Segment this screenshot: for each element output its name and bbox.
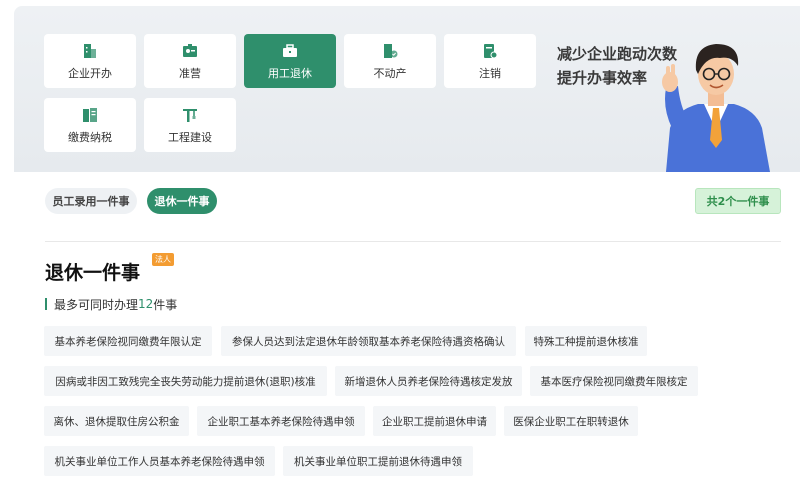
category-tile-deregistration[interactable]: 注销 (444, 34, 536, 88)
category-tile-tax-payment[interactable]: 缴费纳税 (44, 98, 136, 152)
accent-bar (45, 298, 47, 310)
subtitle-prefix: 最多可同时办理 (54, 297, 139, 312)
building-icon (84, 43, 96, 58)
tab-retirement[interactable]: 退休一件事 (147, 188, 217, 214)
service-item[interactable]: 企业职工基本养老保险待遇申领 (197, 406, 365, 436)
subtitle-suffix: 件事 (153, 297, 178, 312)
category-label: 注销 (479, 66, 501, 80)
category-tile-construction[interactable]: 工程建设 (144, 98, 236, 152)
service-item[interactable]: 基本医疗保险视同缴费年限核定 (530, 366, 698, 396)
count-badge[interactable]: 共2个一件事 (695, 188, 781, 214)
service-item[interactable]: 离休、退休提取住房公积金 (44, 406, 189, 436)
service-item[interactable]: 机关事业单位工作人员基本养老保险待遇申领 (44, 446, 275, 476)
service-item[interactable]: 企业职工提前退休申请 (373, 406, 496, 436)
property-check-icon (384, 43, 398, 58)
category-tile-employment-retirement[interactable]: 用工退休 (244, 34, 336, 88)
service-item[interactable]: 参保人员达到法定退休年龄领取基本养老保险待遇资格确认 (221, 326, 516, 356)
service-item[interactable]: 机关事业单位职工提前退休待遇申领 (283, 446, 473, 476)
service-item[interactable]: 医保企业职工在职转退休 (504, 406, 638, 436)
document-cancel-icon (484, 43, 498, 58)
crane-icon (183, 108, 197, 122)
category-label: 用工退休 (268, 66, 312, 80)
divider (45, 241, 781, 242)
tab-employee-hiring[interactable]: 员工录用一件事 (45, 188, 137, 214)
tax-fee-icon (83, 107, 97, 122)
license-card-icon (183, 43, 197, 57)
category-label: 工程建设 (168, 130, 212, 144)
category-tile-real-estate[interactable]: 不动产 (344, 34, 436, 88)
section-subtitle: 最多可同时办理 12 件事 (45, 297, 178, 312)
section-title: 退休一件事 (45, 262, 141, 284)
category-label: 不动产 (373, 66, 407, 80)
briefcase-icon (283, 43, 297, 57)
category-label: 企业开办 (68, 66, 112, 80)
category-tile-enterprise-setup[interactable]: 企业开办 (44, 34, 136, 88)
service-item[interactable]: 因病或非因工致残完全丧失劳动能力提前退休(退职)核准 (44, 366, 327, 396)
service-item[interactable]: 基本养老保险视同缴费年限认定 (44, 326, 212, 356)
category-label: 准营 (179, 66, 201, 80)
service-item[interactable]: 特殊工种提前退休核准 (525, 326, 647, 356)
businessman-illustration (662, 44, 770, 172)
category-label: 缴费纳税 (68, 130, 112, 144)
legal-entity-badge: 法人 (152, 253, 174, 266)
category-tile-permit[interactable]: 准营 (144, 34, 236, 88)
service-item[interactable]: 新增退休人员养老保险待遇核定发放 (335, 366, 522, 396)
subtitle-count: 12 (138, 297, 154, 311)
